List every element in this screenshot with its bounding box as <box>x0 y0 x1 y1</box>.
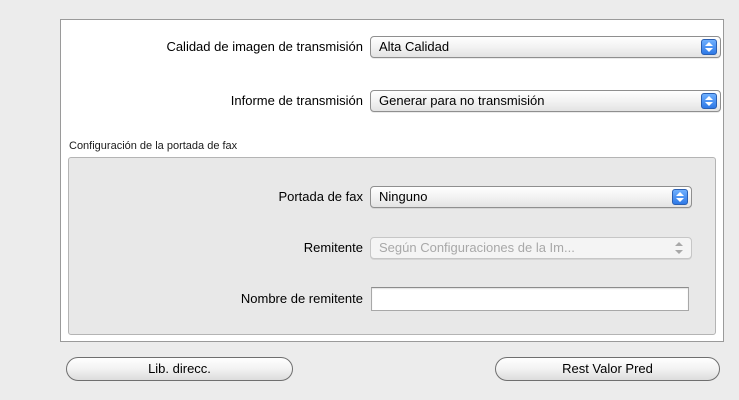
up-down-arrows-icon <box>701 39 717 55</box>
sender-name-field[interactable] <box>371 287 689 311</box>
fax-cover-group-title: Configuración de la portada de fax <box>69 140 238 152</box>
cover-row: Portada de fax <box>61 185 363 209</box>
restore-defaults-button[interactable]: Rest Valor Pred <box>495 357 720 381</box>
report-popup[interactable]: Generar para no transmisión <box>370 90 721 112</box>
fax-settings-panel: Calidad de imagen de transmisión Alta Ca… <box>60 19 724 342</box>
up-down-arrows-icon <box>701 93 717 109</box>
cover-popup[interactable]: Ninguno <box>370 186 692 208</box>
sender-row: Remitente <box>61 236 363 260</box>
sender-value: Según Configuraciones de la Im... <box>379 240 575 255</box>
quality-label: Calidad de imagen de transmisión <box>166 39 363 54</box>
report-value: Generar para no transmisión <box>379 93 545 108</box>
quality-popup[interactable]: Alta Calidad <box>370 36 721 58</box>
sender-name-row: Nombre de remitente <box>61 287 363 311</box>
up-down-arrows-icon <box>672 240 688 256</box>
report-row: Informe de transmisión <box>61 89 363 113</box>
sender-label: Remitente <box>303 240 363 255</box>
cover-value: Ninguno <box>379 189 428 204</box>
sender-name-label: Nombre de remitente <box>240 291 363 306</box>
quality-row: Calidad de imagen de transmisión <box>61 35 363 59</box>
report-label: Informe de transmisión <box>230 93 363 108</box>
address-book-button[interactable]: Lib. direcc. <box>66 357 293 381</box>
cover-label: Portada de fax <box>278 189 363 204</box>
up-down-arrows-icon <box>672 189 688 205</box>
quality-value: Alta Calidad <box>379 39 450 54</box>
sender-popup[interactable]: Según Configuraciones de la Im... <box>370 237 692 259</box>
